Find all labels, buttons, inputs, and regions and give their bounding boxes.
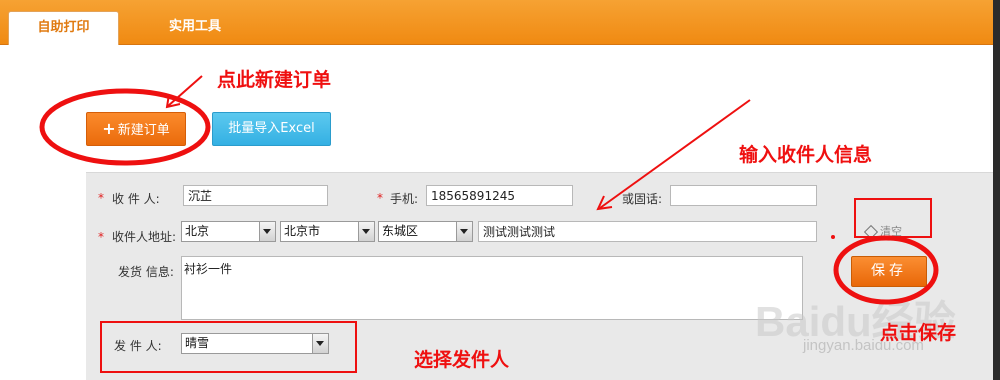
new-order-circle: [39, 88, 211, 166]
annotation-new-order: 点此新建订单: [217, 69, 332, 91]
sender-box: [100, 321, 357, 373]
annotation-input-info: 输入收件人信息: [739, 144, 873, 166]
info-arrow: [599, 99, 751, 209]
app-page: 自助打印 实用工具 + 新建订单 批量导入Excel * 收 件 人: 沉芷 * …: [0, 0, 993, 380]
clear-box: [854, 198, 932, 238]
window-edge: [993, 0, 1000, 380]
red-dot: [831, 235, 835, 239]
annotation-overlay: [39, 75, 939, 373]
save-circle: [833, 235, 939, 305]
annotation-select-sender: 选择发件人: [414, 349, 510, 371]
annotation-click-save: 点击保存: [880, 322, 957, 344]
